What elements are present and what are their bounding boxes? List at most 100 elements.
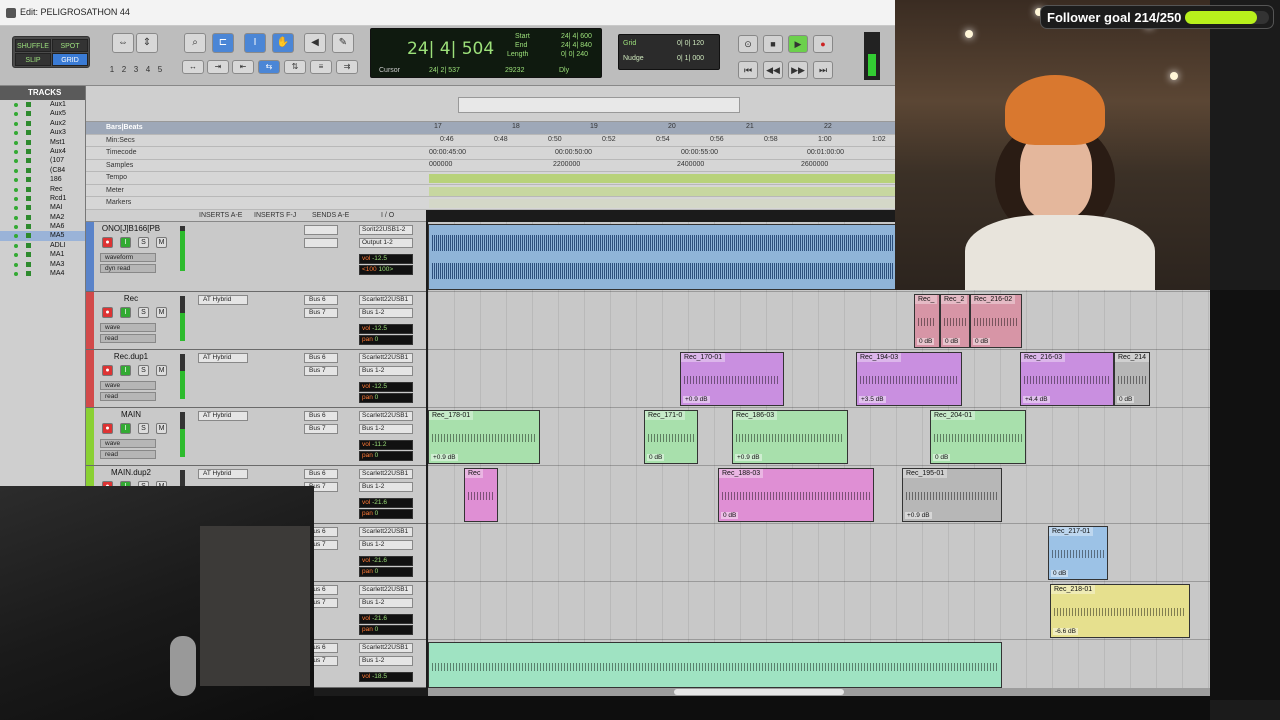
volume-readout[interactable]: vol -21.6 (359, 556, 413, 566)
grid-label[interactable]: Grid (623, 40, 636, 47)
insertion-follows-icon[interactable]: ⇆ (258, 60, 280, 74)
zoom-preset-4[interactable]: 4 (142, 65, 154, 74)
insert-slot[interactable]: AT Hybrid (198, 469, 248, 479)
tempo-ruler[interactable]: Tempo (86, 172, 895, 185)
pan-readout[interactable]: pan 0 (359, 509, 413, 519)
output-selector[interactable]: Bus 1-2 (359, 366, 413, 376)
solo-button[interactable]: S (138, 365, 149, 376)
send-slot[interactable]: Bus 6 (304, 411, 338, 421)
clip-gain[interactable]: -6.6 dB (1053, 628, 1078, 635)
end-value[interactable]: 24| 4| 840 (561, 42, 592, 49)
clip-gain[interactable]: +0.9 dB (735, 454, 762, 461)
show-hide-dot-icon[interactable] (14, 225, 18, 230)
track-view-selector[interactable]: wave (100, 381, 156, 390)
output-selector[interactable]: Bus 1-2 (359, 598, 413, 608)
track-list-item[interactable]: Rcd1 (0, 194, 85, 203)
main-counter[interactable]: 24| 4| 504 Start 24| 4| 600 End 24| 4| 8… (370, 28, 602, 78)
track-header[interactable]: Rec ● I S Mwave read AT Hybrid Bus 6 Bus 7 Scarle… (86, 292, 426, 350)
track-list-item[interactable]: Aux5 (0, 109, 85, 118)
insert-slot[interactable]: AT Hybrid (198, 353, 248, 363)
track-list-item[interactable]: 186 (0, 175, 85, 184)
scroll-thumb[interactable] (674, 689, 844, 695)
solo-button[interactable]: S (138, 423, 149, 434)
audio-clip[interactable]: Rec_216-03 +4.4 dB (1020, 352, 1114, 406)
selector-tool-icon[interactable]: I (244, 33, 266, 53)
show-hide-dot-icon[interactable] (14, 121, 18, 126)
clip-gain[interactable]: +0.9 dB (683, 396, 710, 403)
mute-button[interactable]: M (156, 237, 167, 248)
clip-gain[interactable]: 0 dB (943, 338, 961, 345)
input-selector[interactable]: Scarlett22USB1 (359, 295, 413, 305)
output-selector[interactable]: Bus 1-2 (359, 308, 413, 318)
show-hide-dot-icon[interactable] (14, 112, 18, 117)
mute-button[interactable]: M (156, 423, 167, 434)
volume-readout[interactable]: vol -11.2 (359, 440, 413, 450)
output-selector[interactable]: Bus 1-2 (359, 482, 413, 492)
audio-clip[interactable]: Rec_217-01 0 dB (1048, 526, 1108, 580)
solo-button[interactable]: S (138, 237, 149, 248)
link-track-icon[interactable]: ⇤ (232, 60, 254, 74)
send-slot[interactable]: Bus 7 (304, 424, 338, 434)
pan-readout[interactable]: pan 0 (359, 567, 413, 577)
pan-readout[interactable]: pan 0 (359, 393, 413, 403)
track-list-item[interactable]: MA3 (0, 260, 85, 269)
audio-clip[interactable]: Rec_178-01 +0.9 dB (428, 410, 540, 464)
tracks-panel-title[interactable]: TRACKS (0, 86, 85, 100)
pan-readout[interactable]: pan 0 (359, 625, 413, 635)
track-list-item[interactable]: MA4 (0, 269, 85, 278)
clip-gain[interactable]: +3.5 dB (859, 396, 886, 403)
show-hide-dot-icon[interactable] (14, 131, 18, 136)
track-list-item[interactable]: MA6 (0, 222, 85, 231)
record-arm-button[interactable]: ● (102, 423, 113, 434)
mute-button[interactable]: M (156, 307, 167, 318)
mirror-midi-icon[interactable]: ⇅ (284, 60, 306, 74)
pan-readout[interactable]: pan 0 (359, 335, 413, 345)
clip-gain[interactable]: 0 dB (973, 338, 991, 345)
track-header[interactable]: MAIN ● I S Mwave read AT Hybrid Bus 6 Bus 7 Scarl… (86, 408, 426, 466)
link-timeline-icon[interactable]: ⇥ (207, 60, 229, 74)
show-hide-dot-icon[interactable] (14, 187, 18, 192)
record-arm-button[interactable]: ● (102, 237, 113, 248)
clip-gain[interactable]: 0 dB (1051, 570, 1069, 577)
track-list-item[interactable]: (C84 (0, 166, 85, 175)
send-slot[interactable] (304, 225, 338, 235)
volume-readout[interactable]: vol -21.6 (359, 614, 413, 624)
track-name[interactable]: ONO[J]B166[PB (100, 224, 162, 234)
dly-label[interactable]: Dly (559, 67, 569, 74)
send-slot[interactable]: Bus 6 (304, 295, 338, 305)
record-arm-button[interactable]: ● (102, 307, 113, 318)
output-selector[interactable]: Bus 1-2 (359, 540, 413, 550)
nudge-label[interactable]: Nudge (623, 55, 644, 62)
rewind-button[interactable]: ◀◀ (763, 61, 783, 79)
input-selector[interactable]: Scarlett22USB1 (359, 585, 413, 595)
track-view-selector[interactable]: wave (100, 439, 156, 448)
track-list-item[interactable]: MA1 (0, 250, 85, 259)
track-list-item[interactable]: Aux3 (0, 128, 85, 137)
overview-viewport[interactable] (458, 97, 740, 113)
zoom-preset-3[interactable]: 3 (130, 65, 142, 74)
output-selector[interactable]: Output 1-2 (359, 238, 413, 248)
zoomer-tool-icon[interactable]: ⌕ (184, 33, 206, 53)
clip-gain[interactable]: 0 dB (933, 454, 951, 461)
grid-value[interactable]: 0| 0| 120 (677, 40, 704, 47)
track-name[interactable]: MAIN.dup2 (100, 468, 162, 478)
track-list-item[interactable]: Aux1 (0, 100, 85, 109)
universe-overview[interactable] (86, 86, 895, 122)
automation-mode-selector[interactable]: read (100, 334, 156, 343)
audio-clip[interactable]: Rec_171-0 0 dB (644, 410, 698, 464)
zoom-preset-1[interactable]: 1 (106, 65, 118, 74)
audio-clip[interactable]: Rec_216-02 0 dB (970, 294, 1022, 348)
mute-button[interactable]: M (156, 365, 167, 376)
nudge-value[interactable]: 0| 1| 000 (677, 55, 704, 62)
audio-clip[interactable]: Rec_186-03 +0.9 dB (732, 410, 848, 464)
track-view-selector[interactable]: wave (100, 323, 156, 332)
send-slot[interactable]: Bus 7 (304, 366, 338, 376)
show-hide-dot-icon[interactable] (14, 196, 18, 201)
input-selector[interactable]: Scarlett22USB1 (359, 411, 413, 421)
keyboard-focus-icon[interactable]: ≡ (310, 60, 332, 74)
volume-readout[interactable]: vol -12.5 (359, 254, 413, 264)
show-hide-dot-icon[interactable] (14, 149, 18, 154)
track-list-item[interactable]: ADLI (0, 241, 85, 250)
send-slot[interactable]: Bus 6 (304, 469, 338, 479)
input-selector[interactable]: Sorit22USB1-2 (359, 225, 413, 235)
